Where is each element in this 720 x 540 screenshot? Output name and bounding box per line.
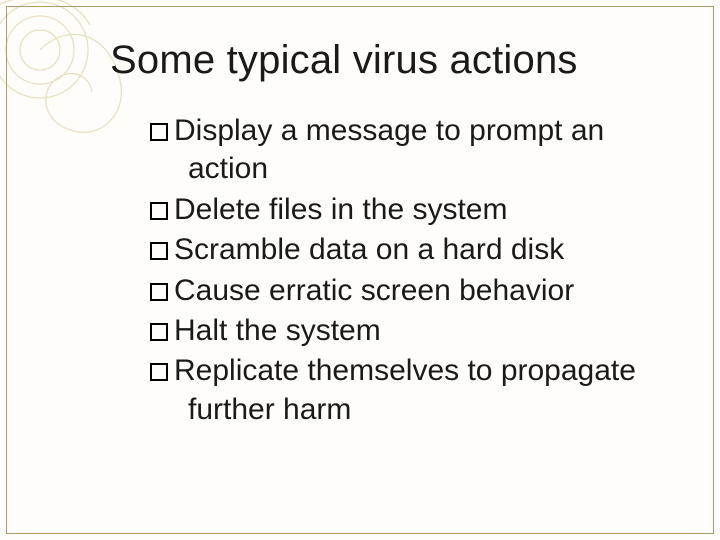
square-bullet-icon <box>150 123 168 141</box>
list-item: Display a message to prompt an action <box>150 112 660 189</box>
square-bullet-icon <box>150 202 168 220</box>
square-bullet-icon <box>150 323 168 341</box>
list-item: Scramble data on a hard disk <box>150 231 660 269</box>
square-bullet-icon <box>150 363 168 381</box>
list-item: Replicate themselves to propagate furthe… <box>150 352 660 429</box>
square-bullet-icon <box>150 283 168 301</box>
list-item-text: Cause erratic screen behavior <box>174 274 574 307</box>
bullet-list: Display a message to prompt an action De… <box>150 112 660 431</box>
list-item: Cause erratic screen behavior <box>150 272 660 310</box>
list-item-text: Replicate themselves to propagate furthe… <box>174 354 636 425</box>
list-item-text: Scramble data on a hard disk <box>174 233 564 266</box>
list-item: Delete files in the system <box>150 191 660 229</box>
list-item-text: Halt the system <box>174 314 381 347</box>
square-bullet-icon <box>150 242 168 260</box>
slide: Some typical virus actions Display a mes… <box>0 0 720 540</box>
list-item: Halt the system <box>150 312 660 350</box>
list-item-text: Display a message to prompt an action <box>174 114 604 185</box>
list-item-text: Delete files in the system <box>174 193 507 226</box>
slide-title: Some typical virus actions <box>110 38 578 83</box>
